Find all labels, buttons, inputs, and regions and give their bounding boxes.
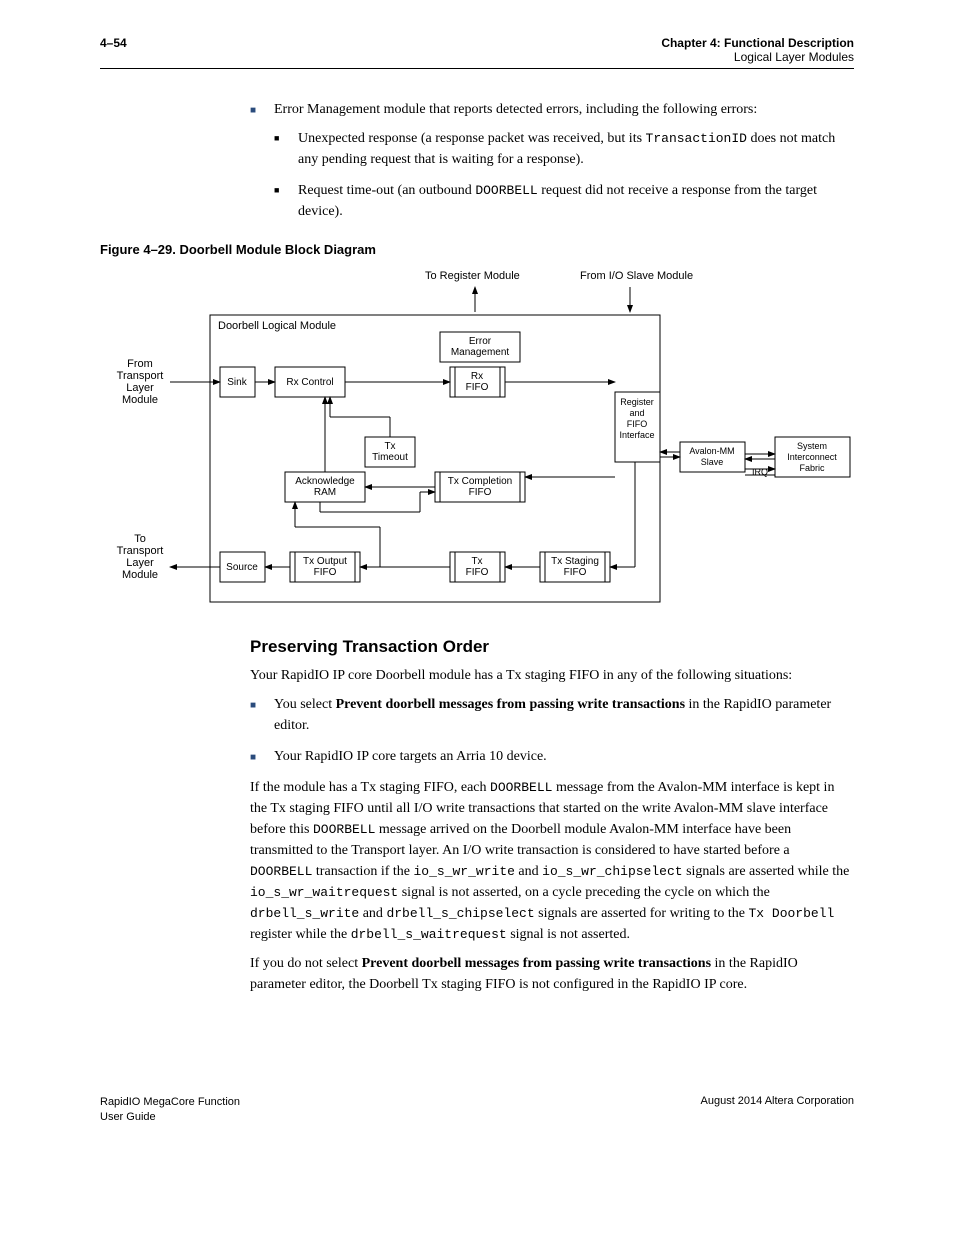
code-text: drbell_s_chipselect [386,906,534,921]
label-tx-completion: Tx CompletionFIFO [448,476,512,498]
label-register-fifo: RegisterandFIFOInterface [619,397,654,440]
label-tx-output: Tx OutputFIFO [303,556,347,578]
text: register while the [250,927,351,942]
text: Your RapidIO IP core targets an Arria 10… [274,749,547,764]
footer-line: RapidIO MegaCore Function [100,1095,240,1110]
footer-right: August 2014 Altera Corporation [701,1095,855,1126]
intro-bullet-list: Error Management module that reports det… [250,99,854,222]
bullet-text: Error Management module that reports det… [274,102,757,117]
code-text: DOORBELL [490,780,552,795]
page-footer: RapidIO MegaCore Function User Guide Aug… [100,1095,854,1126]
text: If the module has a Tx staging FIFO, eac… [250,780,490,795]
bold-text: Prevent doorbell messages from passing w… [362,956,711,971]
header-right: Chapter 4: Functional Description Logica… [661,36,854,64]
code-text: Tx Doorbell [749,906,835,921]
list-item: Your RapidIO IP core targets an Arria 10… [250,746,854,767]
section-title: Logical Layer Modules [661,50,854,64]
figure-caption: Figure 4–29. Doorbell Module Block Diagr… [100,242,854,257]
label-rx-control: Rx Control [286,377,333,388]
block-diagram: To Register Module From I/O Slave Module… [80,267,854,607]
label-doorbell-logical: Doorbell Logical Module [218,320,336,332]
code-text: drbell_s_write [250,906,359,921]
page-number: 4–54 [100,36,127,50]
code-text: DOORBELL [475,183,537,198]
text: signal is not asserted. [507,927,630,942]
diagram-svg: To Register Module From I/O Slave Module… [80,267,860,607]
text: and [515,864,542,879]
footer-left: RapidIO MegaCore Function User Guide [100,1095,240,1126]
text: signal is not asserted, on a cycle prece… [398,885,770,900]
text: signals are asserted for writing to the [535,906,749,921]
label-tx-timeout: TxTimeout [372,441,408,463]
section-content: Preserving Transaction Order Your RapidI… [250,637,854,995]
list-item: Request time-out (an outbound DOORBELL r… [274,180,854,222]
text: If you do not select [250,956,362,971]
page-header: 4–54 Chapter 4: Functional Description L… [100,36,854,69]
label-tx-staging: Tx StagingFIFO [551,556,599,578]
label-ack-ram: AcknowledgeRAM [295,476,355,498]
label-sink: Sink [227,377,247,388]
list-item: Error Management module that reports det… [250,99,854,222]
code-text: TransactionID [646,131,747,146]
text: You select [274,697,336,712]
list-item: You select Prevent doorbell messages fro… [250,694,854,736]
text: and [359,906,386,921]
label-rx-fifo: RxFIFO [466,371,489,393]
text: signals are asserted while the [683,864,850,879]
label-avalon: Avalon-MMSlave [689,446,734,467]
label-error-mgmt: ErrorManagement [451,336,510,358]
label-system: SystemInterconnectFabric [787,441,837,473]
situations-list: You select Prevent doorbell messages fro… [250,694,854,767]
code-text: io_s_wr_write [414,864,515,879]
label-from-transport: FromTransportLayerModule [117,358,164,406]
document-page: 4–54 Chapter 4: Functional Description L… [0,0,954,1166]
code-text: io_s_wr_chipselect [542,864,682,879]
paragraph: Your RapidIO IP core Doorbell module has… [250,665,854,686]
text: transaction if the [312,864,413,879]
list-item: Unexpected response (a response packet w… [274,128,854,170]
code-text: drbell_s_waitrequest [351,927,507,942]
bold-text: Prevent doorbell messages from passing w… [336,697,685,712]
top-content: Error Management module that reports det… [250,99,854,222]
paragraph: If the module has a Tx staging FIFO, eac… [250,777,854,945]
label-to-transport: ToTransportLayerModule [117,533,164,581]
code-text: DOORBELL [250,864,312,879]
label-to-register: To Register Module [425,270,520,282]
code-text: io_s_wr_waitrequest [250,885,398,900]
label-tx-fifo: TxFIFO [466,556,489,578]
text: Unexpected response (a response packet w… [298,131,646,146]
label-source: Source [226,562,258,573]
chapter-title: Chapter 4: Functional Description [661,36,854,50]
paragraph: If you do not select Prevent doorbell me… [250,953,854,995]
text: Request time-out (an outbound [298,183,475,198]
section-heading: Preserving Transaction Order [250,637,854,657]
label-from-io: From I/O Slave Module [580,270,693,282]
sub-list: Unexpected response (a response packet w… [274,128,854,222]
footer-line: User Guide [100,1110,240,1125]
code-text: DOORBELL [313,822,375,837]
